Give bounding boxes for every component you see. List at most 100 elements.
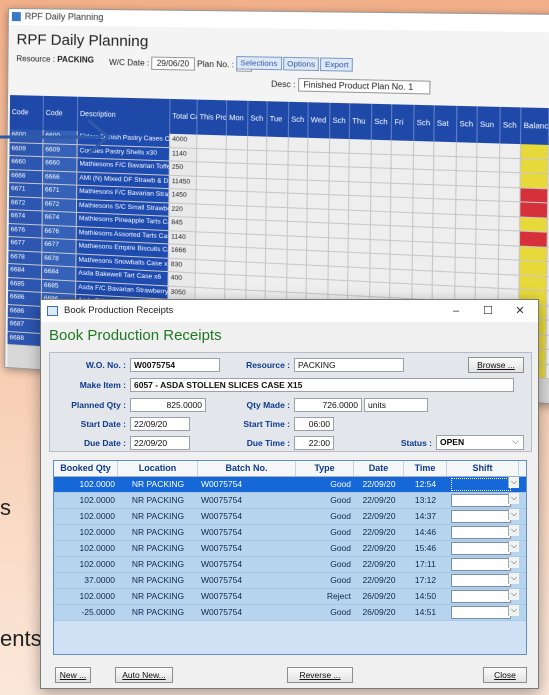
table-row[interactable]: 102.0000 NR PACKING W0075754 Reject 26/09/20… — [54, 589, 526, 605]
shift-select[interactable] — [451, 574, 511, 587]
table-row[interactable]: 102.0000 NR PACKING W0075754 Good 22/09/20 12… — [54, 477, 526, 493]
background-grid-cell — [434, 141, 458, 156]
chevron-down-icon[interactable]: ⌵ — [508, 477, 519, 488]
col-shift[interactable]: Shift — [447, 461, 519, 476]
chevron-down-icon[interactable]: ⌵ — [508, 493, 519, 504]
background-grid-cell — [329, 223, 349, 238]
export-button[interactable]: Export — [320, 57, 354, 72]
cell-date: 26/09/20 — [362, 591, 396, 601]
background-grid-cell: 250 — [169, 161, 198, 176]
background-grid-cell: 1140 — [169, 147, 198, 162]
col-date[interactable]: Date — [354, 461, 404, 476]
chevron-down-icon[interactable]: ⌵ — [508, 573, 519, 584]
planned-qty-field[interactable]: 825.0000 — [130, 398, 206, 412]
background-grid-cell — [520, 158, 549, 174]
selections-button[interactable]: Selections — [236, 55, 282, 71]
table-row[interactable]: 37.0000 NR PACKING W0075754 Good 22/09/20 17:… — [54, 573, 526, 589]
background-grid-cell — [390, 226, 414, 241]
background-grid-cell — [349, 167, 372, 182]
shift-select[interactable] — [451, 558, 511, 571]
background-grid-cell — [520, 173, 549, 188]
shift-select[interactable] — [451, 590, 511, 603]
shift-select[interactable] — [451, 606, 511, 619]
background-grid-cell — [455, 228, 477, 244]
new-button[interactable]: New ... — [55, 667, 91, 683]
shift-select[interactable] — [451, 526, 511, 539]
background-grid-cell — [348, 281, 371, 296]
auto-new-button[interactable]: Auto New... — [115, 667, 173, 683]
background-grid-cell — [391, 197, 414, 212]
resource-field[interactable]: PACKING — [294, 358, 404, 372]
col-batch-no[interactable]: Batch No. — [198, 461, 296, 476]
col-time[interactable]: Time — [404, 461, 447, 476]
options-button[interactable]: Options — [282, 56, 320, 72]
start-time-label: Start Time : — [243, 419, 290, 429]
table-row[interactable]: 102.0000 NR PACKING W0075754 Good 22/09/20 13… — [54, 493, 526, 509]
chevron-down-icon[interactable]: ⌵ — [508, 605, 519, 616]
table-row[interactable]: 102.0000 NR PACKING W0075754 Good 22/09/20 17… — [54, 557, 526, 573]
browse-button[interactable]: Browse ... — [468, 357, 524, 373]
background-grid-cell — [390, 283, 413, 298]
background-grid-cell — [499, 172, 521, 187]
background-grid-cell — [196, 204, 227, 219]
due-time-field[interactable]: 22:00 — [294, 436, 334, 450]
chevron-down-icon[interactable]: ⌵ — [508, 509, 519, 520]
background-grid-cell — [196, 245, 226, 261]
background-grid-cell — [456, 171, 478, 186]
table-row[interactable]: -25.0000 NR PACKING W0075754 Good 26/09/20 14… — [54, 605, 526, 621]
col-type[interactable]: Type — [296, 461, 354, 476]
cell-batch: W0075754 — [201, 543, 243, 553]
background-grid-cell — [349, 195, 372, 210]
due-date-field[interactable]: 22/09/20 — [130, 436, 190, 450]
shift-select[interactable] — [451, 478, 511, 491]
background-grid-cell — [196, 190, 227, 205]
background-grid-cell — [247, 220, 267, 234]
maximize-button[interactable]: ☐ — [474, 300, 502, 322]
background-grid-cell — [413, 169, 435, 184]
wo-no-field[interactable]: W0075754 — [130, 358, 220, 372]
due-time-label: Due Time : — [246, 438, 290, 448]
chevron-down-icon[interactable]: ⌵ — [508, 541, 519, 552]
reverse-button[interactable]: Reverse ... — [287, 667, 353, 683]
chevron-down-icon[interactable]: ⌵ — [508, 557, 519, 568]
background-col-header: Tue — [267, 101, 290, 138]
background-grid-cell — [456, 185, 477, 200]
background-grid-cell — [308, 137, 331, 152]
cell-type: Good — [330, 607, 351, 617]
background-grid-cell: 6677 — [8, 237, 43, 252]
make-item-field[interactable]: 6057 - ASDA STOLLEN SLICES CASE X15 — [130, 378, 514, 392]
background-text-fragment-1: s — [0, 495, 11, 520]
start-time-field[interactable]: 06:00 — [294, 417, 334, 431]
background-grid-cell — [288, 137, 309, 151]
start-date-field[interactable]: 22/09/20 — [130, 417, 190, 431]
background-col-header: Sch — [414, 104, 435, 142]
table-row[interactable]: 102.0000 NR PACKING W0075754 Good 22/09/20 15… — [54, 541, 526, 557]
background-grid-cell — [520, 217, 549, 232]
close-window-button[interactable]: ✕ — [506, 300, 534, 322]
qty-made-field[interactable]: 726.0000 — [294, 398, 362, 412]
close-button[interactable]: Close — [483, 667, 527, 683]
status-select[interactable]: OPEN ⌵ — [436, 435, 524, 450]
chevron-down-icon[interactable]: ⌵ — [508, 525, 519, 536]
background-grid-cell — [433, 199, 457, 214]
shift-select[interactable] — [451, 510, 511, 523]
col-location[interactable]: Location — [118, 461, 198, 476]
background-grid-cell: 6684 — [42, 265, 77, 281]
shift-select[interactable] — [451, 494, 511, 507]
minimize-button[interactable]: – — [442, 300, 470, 322]
background-grid-cell — [432, 256, 456, 272]
background-grid-cell: 4000 — [170, 133, 198, 148]
background-col-header: Wed — [308, 102, 331, 139]
table-row[interactable]: 102.0000 NR PACKING W0075754 Good 22/09/20 14… — [54, 509, 526, 525]
table-row[interactable]: 102.0000 NR PACKING W0075754 Good 22/09/20 14… — [54, 525, 526, 541]
background-grid-cell — [370, 253, 391, 268]
background-grid-cell: 6677 — [42, 238, 77, 253]
col-booked-qty[interactable]: Booked Qty — [54, 461, 118, 476]
background-grid-cell — [197, 134, 227, 149]
shift-select[interactable] — [451, 542, 511, 555]
background-grid-cell — [391, 183, 414, 198]
background-grid-cell — [225, 219, 248, 234]
cell-time: 17:11 — [415, 559, 436, 569]
background-grid-cell — [499, 216, 521, 231]
chevron-down-icon[interactable]: ⌵ — [508, 589, 519, 600]
